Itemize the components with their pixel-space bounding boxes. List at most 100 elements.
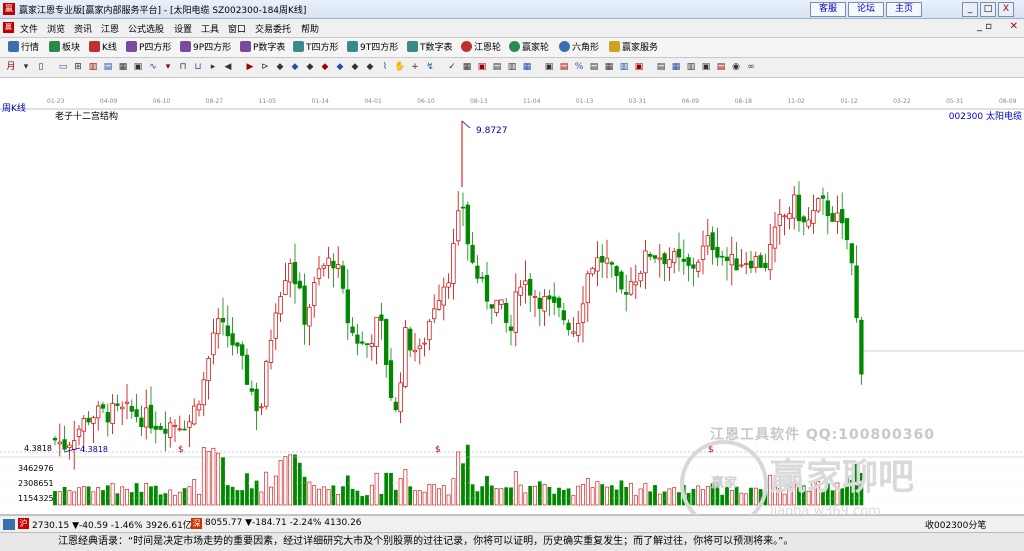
minimize-button[interactable]: _ [962,2,978,17]
toolbar-tool-icon[interactable]: ◀ [222,61,234,73]
toolbar-tool-icon[interactable]: ▣ [132,61,144,73]
toolbar-tool-icon[interactable]: ▥ [506,61,518,73]
nav-9p-square[interactable]: 9P四方形 [180,41,231,54]
menu-info[interactable]: 资讯 [74,22,92,35]
toolbar-tool-icon[interactable]: 月 [5,61,17,73]
toolbar-tool-icon[interactable]: ▤ [102,61,114,73]
candle-body [264,361,269,407]
toolbar-tool-icon[interactable]: ▥ [87,61,99,73]
toolbar-tool-icon[interactable]: ◆ [304,61,316,73]
toolbar-tool-icon[interactable]: ▤ [558,61,570,73]
forum-link[interactable]: 论坛 [848,2,884,17]
nav-t-square[interactable]: T四方形 [293,41,339,54]
toolbar-tool-icon[interactable]: ▣ [543,61,555,73]
candle-body [556,297,562,308]
volume-bar [379,494,384,506]
menu-gann[interactable]: 江恩 [101,22,119,35]
toolbar-tool-icon[interactable]: ▥ [685,61,697,73]
menu-trade[interactable]: 交易委托 [255,22,291,35]
toolbar-tool-icon[interactable]: ▤ [588,61,600,73]
toolbar-tool-icon[interactable]: ▦ [670,61,682,73]
service-link[interactable]: 客服 [810,2,846,17]
menu-browse[interactable]: 浏览 [47,22,65,35]
toolbar-tool-icon[interactable]: ⊔ [192,61,204,73]
toolbar-tool-icon[interactable]: ▣ [476,61,488,73]
toolbar-tool-icon[interactable]: ▥ [618,61,630,73]
nav-p-table[interactable]: P数字表 [240,41,285,54]
restore-doc-icon[interactable]: _ ▫ [977,21,992,32]
sh-index-text[interactable]: 2730.15 ▼-40.59 -1.46% 3926.61亿 [32,518,192,531]
maximize-button[interactable]: □ [980,2,996,17]
toolbar-tool-icon[interactable]: ▦ [461,61,473,73]
toolbar-tool-icon[interactable]: ▤ [715,61,727,73]
toolbar-tool-icon[interactable]: ▶ [244,61,256,73]
nav-gann-wheel[interactable]: 江恩轮 [461,41,501,54]
nav-p-square[interactable]: P四方形 [126,41,171,54]
candle-body [835,212,840,223]
close-doc-icon[interactable]: ✕ [1010,21,1018,32]
toolbar-tool-icon[interactable]: ◆ [349,61,361,73]
toolbar-tool-icon[interactable]: ▭ [57,61,69,73]
toolbar-tool-icon[interactable]: ◆ [319,61,331,73]
toolbar-tool-icon[interactable]: ▾ [20,61,32,73]
candle-body [758,255,763,268]
tick-detail-link[interactable]: 收002300分笔 [925,518,986,531]
toolbar-tool-icon[interactable]: ⊞ [72,61,84,73]
sz-index-text[interactable]: 8055.77 ▼-184.71 -2.24% 4130.26 [205,518,362,528]
nav-hexagon[interactable]: 六角形 [559,41,599,54]
candle-body [595,257,600,272]
candle-body [451,243,456,284]
toolbar-tool-icon[interactable]: ◆ [274,61,286,73]
menu-tools[interactable]: 工具 [201,22,219,35]
homepage-link[interactable]: 主页 [886,2,922,17]
toolbar-tool-icon[interactable]: ◆ [289,61,301,73]
toolbar-tool-icon[interactable]: ⊳ [259,61,271,73]
volume-bar [120,486,125,506]
nav-winner-wheel[interactable]: 赢家轮 [509,41,549,54]
menu-window[interactable]: 窗口 [228,22,246,35]
nav-service[interactable]: 赢家服务 [609,41,658,54]
toolbar-tool-icon[interactable]: ✋ [394,61,406,73]
toolbar-tool-icon[interactable]: ◉ [730,61,742,73]
toolbar-tool-icon[interactable]: ⌇ [379,61,391,73]
candle-body [676,248,682,258]
volume-bar [533,485,537,506]
toolbar-tool-icon[interactable]: ▾ [162,61,174,73]
toolbar-tool-icon[interactable]: ▣ [633,61,645,73]
toolbar-tool-icon[interactable]: ▦ [603,61,615,73]
toolbar-tool-icon[interactable]: ▸ [207,61,219,73]
nav-t-table[interactable]: T数字表 [407,41,453,54]
nav-sectors[interactable]: 板块 [49,41,80,54]
candle-body [518,286,523,296]
toolbar-tool-icon[interactable]: ◆ [364,61,376,73]
toolbar-tool-icon[interactable]: ▯ [35,61,47,73]
close-button[interactable]: X [998,2,1014,17]
menu-file[interactable]: 文件 [20,22,38,35]
menu-settings[interactable]: 设置 [174,22,192,35]
toolbar-tool-icon[interactable]: ▣ [700,61,712,73]
toolbar-tool-icon[interactable]: ∞ [745,61,757,73]
volume-bar [600,484,605,506]
menu-help[interactable]: 帮助 [301,22,319,35]
toolbar-tool-icon[interactable]: % [573,61,585,73]
candle-body [283,280,288,295]
menu-formula[interactable]: 公式选股 [128,22,164,35]
toolbar-tool-icon[interactable]: ▤ [491,61,503,73]
dividend-marker: $ [178,445,184,455]
toolbar-tool-icon[interactable]: ▤ [655,61,667,73]
toolbar-tool-icon[interactable]: ↯ [424,61,436,73]
period-label[interactable]: 周K线 [2,101,26,114]
volume-bar [264,471,269,506]
toolbar-tool-icon[interactable]: + [409,61,421,73]
nav-quotes[interactable]: 行情 [8,41,39,54]
toolbar-tool-icon[interactable]: ✓ [446,61,458,73]
toolbar-tool-icon[interactable]: ◆ [334,61,346,73]
toolbar-tool-icon[interactable]: ∿ [147,61,159,73]
nav-9t-square[interactable]: 9T四方形 [347,41,398,54]
toolbar-tool-icon[interactable]: ⊓ [177,61,189,73]
nav-kline[interactable]: K线 [89,41,117,54]
candle-body [427,320,432,341]
toolbar-tool-icon[interactable]: ▦ [117,61,129,73]
toolbar-tool-icon[interactable]: ▦ [521,61,533,73]
volume-bar [633,495,638,506]
